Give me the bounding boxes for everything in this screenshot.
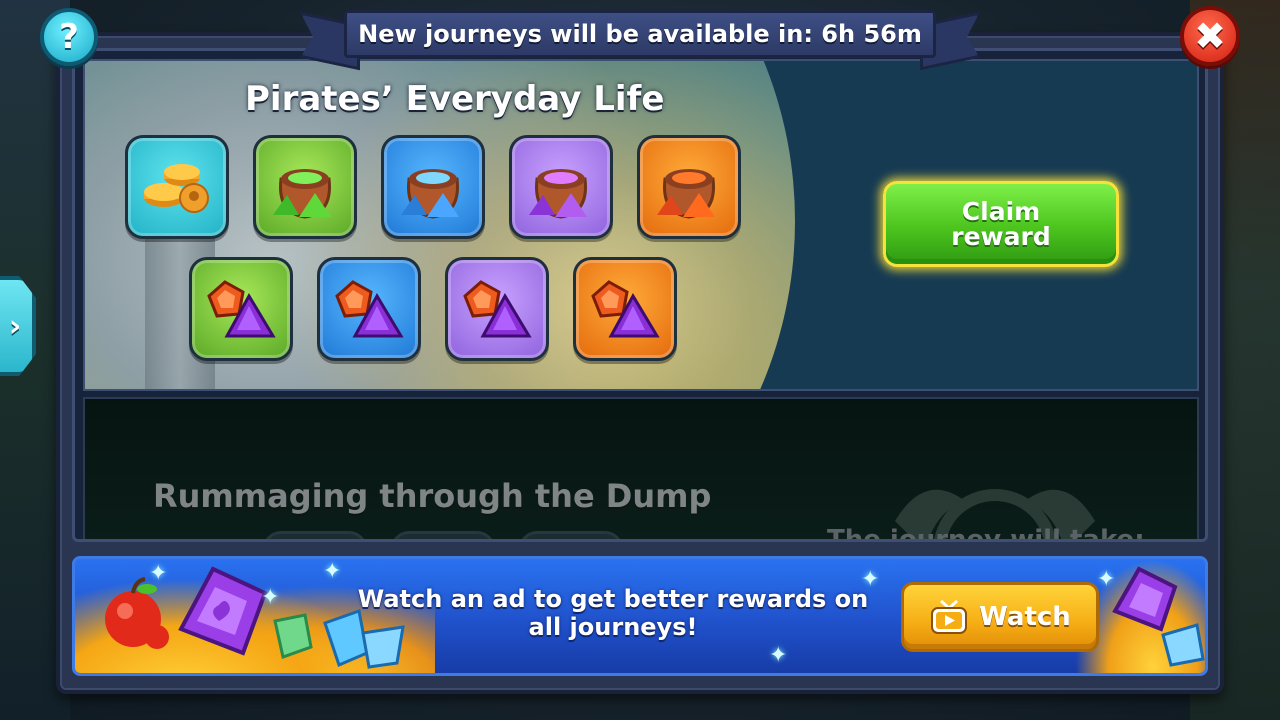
reward-orange-gems[interactable] <box>573 257 677 361</box>
reward-green-gems[interactable] <box>189 257 293 361</box>
journey-title: Rummaging through the Dump <box>153 477 712 515</box>
watch-ad-banner: ✦ ✦ ✦ ✦ ✦ ✦ Watch an ad to get better re… <box>72 556 1208 676</box>
sparkle-icon: ✦ <box>769 643 788 668</box>
reward-orange-potion[interactable] <box>637 135 741 239</box>
reward-blue-gems[interactable] <box>317 257 421 361</box>
blue-potion-bag-icon <box>401 169 459 219</box>
reward-slot[interactable] <box>519 531 623 539</box>
reward-purple-potion[interactable] <box>509 135 613 239</box>
question-mark-icon: ? <box>59 17 79 57</box>
sparkle-icon: ✦ <box>261 585 280 610</box>
timer-banner: New journeys will be available in: 6h 56… <box>318 10 962 60</box>
apple-icon <box>105 577 169 649</box>
timer-text: New journeys will be available in: 6h 56… <box>344 10 936 58</box>
purple-gem-icon <box>178 566 268 656</box>
reward-slot[interactable] <box>263 531 367 539</box>
help-button[interactable]: ? <box>40 8 98 66</box>
watch-ad-button[interactable]: Watch <box>901 582 1099 652</box>
journey-card-dump: Rummaging through the Dump The journey w… <box>83 397 1199 542</box>
close-button[interactable]: ✖ <box>1180 6 1240 66</box>
side-expand-tab[interactable]: › <box>0 276 36 376</box>
journey-title: Pirates’ Everyday Life <box>245 79 665 119</box>
sparkle-icon: ✦ <box>323 559 342 584</box>
orange-potion-bag-icon <box>657 169 715 219</box>
coins-icon <box>144 164 209 213</box>
journeys-list[interactable]: Pirates’ Everyday Life Claim reward Rumm… <box>72 48 1208 542</box>
close-icon: ✖ <box>1194 14 1226 58</box>
sparkle-icon: ✦ <box>149 561 168 586</box>
purple-potion-bag-icon <box>529 169 587 219</box>
claim-reward-label: Claim reward <box>951 197 1051 251</box>
ad-offer-text: Watch an ad to get better rewards on all… <box>357 585 869 641</box>
reward-slot[interactable] <box>391 531 495 539</box>
tv-play-icon <box>931 599 968 634</box>
reward-green-potion[interactable] <box>253 135 357 239</box>
sparkle-icon: ✦ <box>1097 567 1116 592</box>
reward-blue-potion[interactable] <box>381 135 485 239</box>
blue-crystal-icon <box>1161 623 1205 667</box>
claim-reward-button[interactable]: Claim reward <box>883 181 1119 267</box>
green-potion-bag-icon <box>273 169 331 219</box>
journey-duration-hint: The journey will take: <box>827 525 1145 542</box>
reward-purple-gems[interactable] <box>445 257 549 361</box>
chevron-right-icon: › <box>8 308 22 344</box>
green-crystal-icon <box>273 613 313 659</box>
watch-label: Watch <box>979 602 1071 632</box>
green-gems-icon <box>207 280 276 338</box>
orange-gems-icon <box>591 280 660 338</box>
journey-card-pirates: Pirates’ Everyday Life Claim reward <box>83 59 1199 391</box>
purple-gems-icon <box>463 280 532 338</box>
reward-coins[interactable] <box>125 135 229 239</box>
blue-gems-icon <box>335 280 404 338</box>
